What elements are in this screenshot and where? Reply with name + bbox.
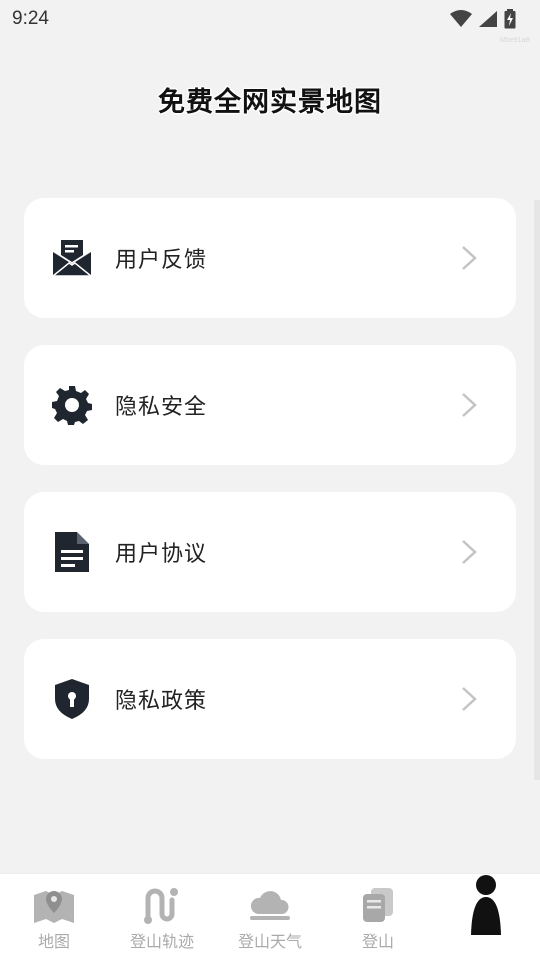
tab-climb-weather[interactable]: 登山天气 [216, 874, 324, 952]
menu-item-label: 隐私政策 [115, 689, 208, 714]
cloud-icon [248, 884, 292, 926]
tab-climb[interactable]: 登山 [324, 874, 432, 952]
battery-charging-icon [504, 9, 516, 29]
tab-label: 地图 [37, 932, 70, 951]
menu-item-user-agreement[interactable]: 用户协议 [24, 492, 516, 612]
chevron-right-icon [462, 393, 477, 417]
chevron-right-icon [462, 687, 477, 711]
person-icon [464, 875, 508, 935]
tab-map[interactable]: 地图 [0, 874, 108, 952]
cards-icon [356, 884, 400, 926]
status-icons [450, 9, 516, 29]
wifi-icon [450, 10, 472, 27]
menu-item-feedback[interactable]: 用户反馈 [24, 198, 516, 318]
tab-label: 登山 [361, 932, 394, 951]
document-icon [52, 532, 92, 572]
status-time: 9:24 [12, 8, 49, 29]
watermark: Mbe91aB [500, 37, 530, 44]
tab-label: 登山天气 [237, 932, 302, 951]
tab-climb-track[interactable]: 登山轨迹 [108, 874, 216, 952]
tab-profile[interactable] [432, 874, 540, 935]
tab-label: 登山轨迹 [129, 932, 194, 951]
settings-menu: 用户反馈 隐私安全 用户协议 隐私政策 [24, 198, 516, 786]
menu-item-label: 隐私安全 [115, 395, 208, 420]
chevron-right-icon [462, 246, 477, 270]
status-bar: 9:24 [0, 0, 540, 38]
menu-item-label: 用户协议 [115, 542, 208, 567]
menu-item-privacy-security[interactable]: 隐私安全 [24, 345, 516, 465]
shield-lock-icon [52, 679, 92, 719]
page-title: 免费全网实景地图 [158, 87, 382, 118]
feedback-mail-icon [52, 238, 92, 278]
menu-item-privacy-policy[interactable]: 隐私政策 [24, 639, 516, 759]
scrollbar[interactable] [534, 200, 540, 780]
signal-icon [479, 11, 497, 27]
gear-icon [52, 385, 92, 425]
chevron-right-icon [462, 540, 477, 564]
map-pin-icon [32, 884, 76, 926]
menu-item-label: 用户反馈 [115, 248, 208, 273]
bottom-tab-bar: 地图 登山轨迹 登山天气 登山 [0, 873, 540, 960]
track-icon [140, 884, 184, 926]
